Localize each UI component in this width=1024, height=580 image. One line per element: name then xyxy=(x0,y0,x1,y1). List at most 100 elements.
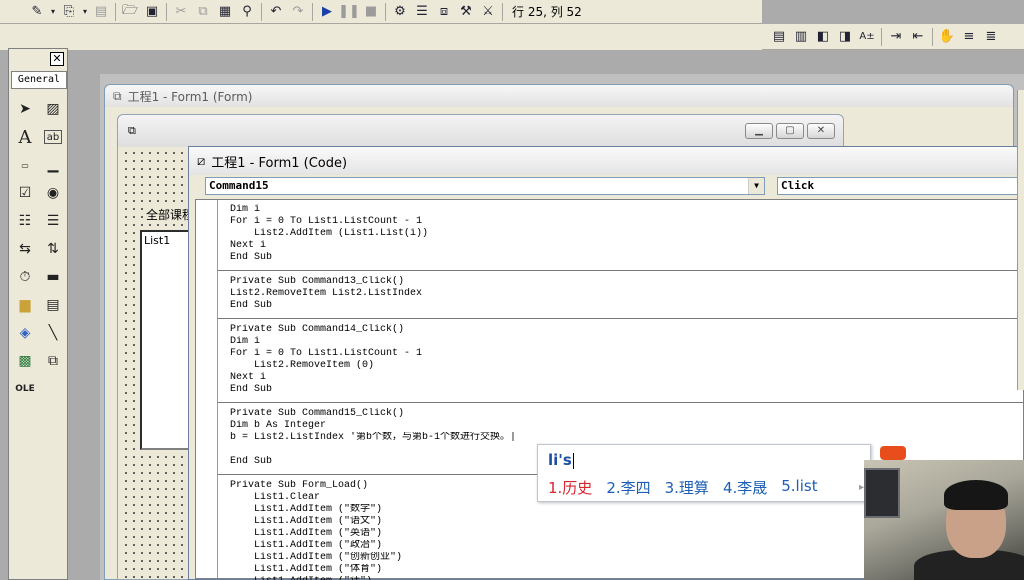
textbox-icon[interactable]: ab xyxy=(44,130,62,144)
vscrollbar-icon[interactable]: ⇅ xyxy=(39,235,67,263)
vertical-scrollbar[interactable] xyxy=(1017,90,1024,390)
save-icon[interactable]: ▣ xyxy=(141,2,163,22)
procedure-combo[interactable]: Click xyxy=(777,177,1024,195)
code-line: Private Sub Command13_Click() xyxy=(230,276,405,287)
chevron-down-icon[interactable]: ▾ xyxy=(80,2,90,22)
run-icon[interactable]: ▶ xyxy=(316,2,338,22)
pointer-icon[interactable]: ➤ xyxy=(11,95,39,123)
code-line: List2.RemoveItem (0) xyxy=(230,360,375,371)
object-combo[interactable]: Command15 ▼ xyxy=(205,177,765,195)
code-icon: ⧄ xyxy=(197,153,206,169)
add-form-icon[interactable]: ⎘ xyxy=(58,2,80,22)
toolbox-tools: ➤ ▨ A ab ▭ ▁ ☑ ◉ ☷ ☰ ⇆ ⇅ ⏱ ▬ ▆ ▤ ◈ ╲ ▩ ⧉… xyxy=(11,95,67,403)
form-window-title: 工程1 - Form1 (Form) xyxy=(127,89,253,104)
form-layout-icon[interactable]: ⧈ xyxy=(433,2,455,22)
all-courses-label[interactable]: 全部课程 xyxy=(146,206,195,223)
properties-icon[interactable]: ☰ xyxy=(411,2,433,22)
ime-candidate[interactable]: 1.历史 xyxy=(548,477,592,498)
code-window-titlebar[interactable]: ⧄ 工程1 - Form1 (Code) xyxy=(189,147,1024,175)
cut-icon[interactable]: ✂ xyxy=(170,2,192,22)
open-icon[interactable]: 🗁 xyxy=(119,2,141,22)
list-constants-icon[interactable]: ▥ xyxy=(790,27,812,47)
ime-logo-icon xyxy=(880,446,906,460)
toolbox: ✕ General ➤ ▨ A ab ▭ ▁ ☑ ◉ ☷ ☰ ⇆ ⇅ ⏱ ▬ ▆… xyxy=(8,48,68,580)
paste-icon[interactable]: ▦ xyxy=(214,2,236,22)
add-project-icon[interactable]: ✎ xyxy=(26,2,48,22)
designer-titlebar[interactable]: ⧉ ▁ ▢ ✕ xyxy=(118,115,843,147)
vb6-ide: ✎ ▾ ⎘ ▾ ▤ 🗁 ▣ ✂ ⧉ ▦ ⚲ ↶ ↷ ▶ ❚❚ ■ ⚙ ☰ ⧈ ⚒ ⚔… xyxy=(0,0,1024,580)
code-line: Private Sub Command14_Click() xyxy=(230,324,405,335)
ime-candidate[interactable]: 5.list xyxy=(781,477,817,498)
toolbox-tab-general[interactable]: General xyxy=(11,71,67,89)
undo-icon[interactable]: ↶ xyxy=(265,2,287,22)
object-combo-value: Command15 xyxy=(209,179,269,192)
picturebox-icon[interactable]: ▨ xyxy=(39,95,67,123)
data-icon[interactable]: ⧉ xyxy=(39,347,67,375)
frame-icon[interactable]: ▭ xyxy=(11,151,39,179)
form-icon: ⧉ xyxy=(113,88,122,103)
copy-icon[interactable]: ⧉ xyxy=(192,2,214,22)
code-combos: Command15 ▼ Click xyxy=(205,177,1024,195)
webcam-background-monitor xyxy=(864,468,900,518)
code-line: End Sub xyxy=(230,252,273,263)
code-line: Next i xyxy=(230,372,267,383)
end-icon[interactable]: ■ xyxy=(360,2,382,22)
ime-input-text: li's xyxy=(548,451,572,469)
commandbutton-icon[interactable]: ▁ xyxy=(39,151,67,179)
margin-indicator-bar[interactable] xyxy=(196,200,218,578)
parameter-info-icon[interactable]: ◨ xyxy=(834,27,856,47)
line-icon[interactable]: ╲ xyxy=(39,319,67,347)
break-icon[interactable]: ❚❚ xyxy=(338,2,360,22)
webcam-person-hair xyxy=(944,480,1008,510)
maximize-button[interactable]: ▢ xyxy=(776,123,804,139)
project-explorer-icon[interactable]: ⚙ xyxy=(389,2,411,22)
ime-candidate[interactable]: 3.理算 xyxy=(665,477,709,498)
code-line: Private Sub Command15_Click() xyxy=(230,408,405,419)
dirlistbox-icon[interactable]: ▆ xyxy=(11,291,39,319)
menu-editor-icon[interactable]: ▤ xyxy=(90,2,112,22)
chevron-down-icon[interactable]: ▼ xyxy=(748,178,764,194)
filelistbox-icon[interactable]: ▤ xyxy=(39,291,67,319)
code-line: For i = 0 To List1.ListCount - 1 xyxy=(230,216,423,227)
ime-candidate[interactable]: 2.李四 xyxy=(606,477,650,498)
shape-icon[interactable]: ◈ xyxy=(11,319,39,347)
drivelistbox-icon[interactable]: ▬ xyxy=(39,263,67,291)
quick-info-icon[interactable]: ◧ xyxy=(812,27,834,47)
image-icon[interactable]: ▩ xyxy=(11,347,39,375)
combobox-icon[interactable]: ☷ xyxy=(11,207,39,235)
hscrollbar-icon[interactable]: ⇆ xyxy=(11,235,39,263)
indent-icon[interactable]: ⇥ xyxy=(885,27,907,47)
object-browser-icon[interactable]: ⚒ xyxy=(455,2,477,22)
toolbar-separator xyxy=(115,2,116,21)
close-icon[interactable]: ✕ xyxy=(50,52,64,66)
comment-block-icon[interactable]: ≡ xyxy=(958,27,980,47)
checkbox-icon[interactable]: ☑ xyxy=(11,179,39,207)
label-icon[interactable]: A xyxy=(11,123,39,151)
cursor-position-status: 行 25, 列 52 xyxy=(512,5,582,19)
ime-candidate[interactable]: 4.李晟 xyxy=(723,477,767,498)
toolbox-icon[interactable]: ⚔ xyxy=(477,2,499,22)
code-line: End Sub xyxy=(230,384,273,395)
toolbar-background xyxy=(0,24,762,50)
listbox-icon[interactable]: ☰ xyxy=(39,207,67,235)
chevron-down-icon[interactable]: ▾ xyxy=(48,2,58,22)
list-properties-icon[interactable]: ▤ xyxy=(768,27,790,47)
uncomment-block-icon[interactable]: ≣ xyxy=(980,27,1002,47)
ole-icon[interactable]: OLE xyxy=(11,375,39,403)
code-line: End Sub xyxy=(230,300,273,311)
toggle-breakpoint-icon[interactable]: ✋ xyxy=(936,27,958,47)
toolbar-separator xyxy=(261,2,262,21)
find-icon[interactable]: ⚲ xyxy=(236,2,258,22)
redo-icon[interactable]: ↷ xyxy=(287,2,309,22)
toolbar-separator xyxy=(881,27,882,46)
minimize-button[interactable]: ▁ xyxy=(745,123,773,139)
optionbutton-icon[interactable]: ◉ xyxy=(39,179,67,207)
timer-icon[interactable]: ⏱ xyxy=(11,263,39,291)
outdent-icon[interactable]: ⇤ xyxy=(907,27,929,47)
complete-word-icon[interactable]: A± xyxy=(856,27,878,47)
close-button[interactable]: ✕ xyxy=(807,123,835,139)
code-line: For i = 0 To List1.ListCount - 1 xyxy=(230,348,423,359)
toolbar-separator xyxy=(932,27,933,46)
procedure-separator xyxy=(218,312,1023,324)
form-window-titlebar[interactable]: ⧉ 工程1 - Form1 (Form) xyxy=(105,85,1013,107)
